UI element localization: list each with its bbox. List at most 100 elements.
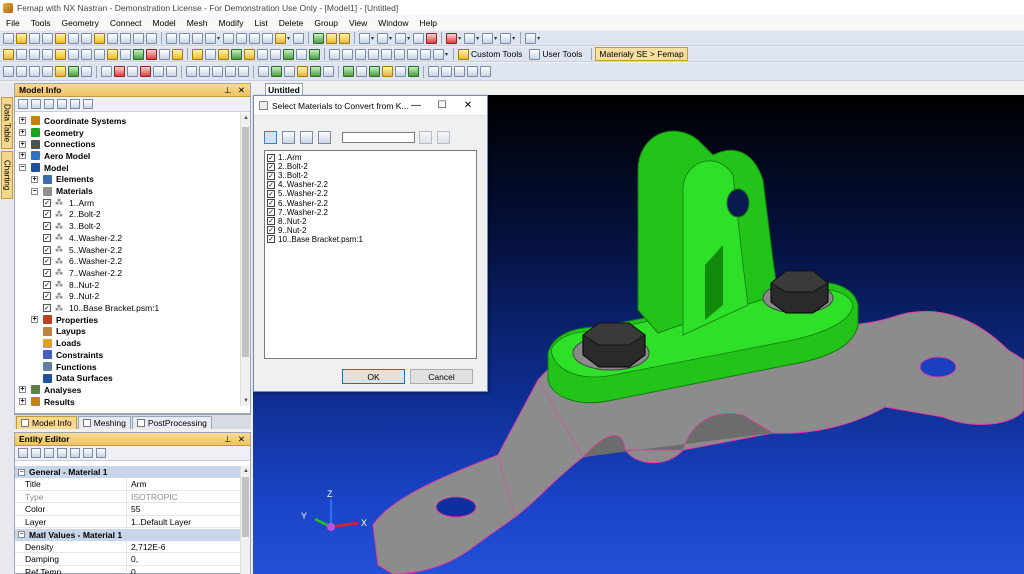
- target-icon[interactable]: [127, 66, 138, 77]
- ee-property-row[interactable]: Density 2,712E-6: [15, 540, 240, 553]
- measure-icon[interactable]: [368, 48, 379, 60]
- edge-icon[interactable]: [284, 66, 295, 77]
- menu-tools[interactable]: Tools: [31, 18, 51, 28]
- material-item[interactable]: ✓ ⁂ 9..Nut-2: [43, 291, 99, 303]
- coord-icon[interactable]: [257, 48, 268, 60]
- tree-options-icon[interactable]: [18, 99, 28, 109]
- node-icon[interactable]: [270, 48, 281, 60]
- break-icon[interactable]: [238, 66, 249, 77]
- project-icon[interactable]: [212, 66, 223, 77]
- import-icon[interactable]: [55, 32, 66, 44]
- material-item[interactable]: ✓ ⁂ 7..Washer-2.2: [43, 267, 122, 279]
- menu-file[interactable]: File: [6, 18, 20, 28]
- check-icon[interactable]: [81, 66, 92, 77]
- tree-node[interactable]: + Elements: [31, 174, 94, 186]
- window-icon[interactable]: [395, 32, 407, 44]
- box-icon[interactable]: [500, 32, 512, 44]
- load-icon[interactable]: [296, 48, 307, 60]
- material-checkbox[interactable]: ✓: [43, 222, 51, 231]
- view-tab-untitled[interactable]: Untitled: [265, 83, 303, 95]
- fillet-icon[interactable]: [323, 66, 334, 77]
- dialog-material-checkbox[interactable]: ✓: [267, 208, 275, 217]
- material-item[interactable]: ✓ ⁂ 2..Bolt-2: [43, 209, 101, 221]
- notes-icon[interactable]: [107, 48, 118, 60]
- angle-icon[interactable]: [381, 48, 392, 60]
- expand-toggle-icon[interactable]: +: [19, 117, 26, 125]
- ruler-icon[interactable]: [433, 48, 444, 60]
- select-none-icon[interactable]: [282, 130, 295, 144]
- material-item[interactable]: ✓ ⁂ 4..Washer-2.2: [43, 232, 122, 244]
- expand-toggle-icon[interactable]: +: [31, 316, 38, 324]
- delete-icon[interactable]: [146, 48, 157, 60]
- filter-apply-icon[interactable]: [419, 130, 432, 144]
- table-grid-icon[interactable]: [428, 66, 439, 77]
- close-icon[interactable]: ✕: [455, 99, 481, 113]
- dialog-material-checkbox[interactable]: ✓: [267, 162, 275, 171]
- stop-icon[interactable]: [426, 32, 438, 44]
- picture-icon[interactable]: [133, 32, 144, 44]
- material-item[interactable]: ✓ ⁂ 5..Washer-2.2: [43, 244, 122, 256]
- tree-node[interactable]: + Properties: [31, 314, 98, 326]
- delta-icon[interactable]: [101, 66, 112, 77]
- ee-property-value[interactable]: Arm: [127, 479, 147, 489]
- dialog-material-item[interactable]: ✓ 2..Bolt-2: [267, 162, 308, 171]
- remesh-icon[interactable]: [297, 66, 308, 77]
- ee-sort-icon[interactable]: [70, 448, 80, 458]
- material-item[interactable]: ✓ ⁂ 1..Arm: [43, 197, 94, 209]
- messages-icon[interactable]: [146, 32, 157, 44]
- ee-lock-icon[interactable]: [18, 448, 28, 458]
- expand-toggle-icon[interactable]: +: [31, 175, 38, 183]
- flag-icon[interactable]: [68, 66, 79, 77]
- material-checkbox[interactable]: ✓: [43, 233, 51, 242]
- ee-property-row[interactable]: Color 55: [15, 503, 240, 516]
- solid-view-icon[interactable]: [313, 32, 325, 44]
- autoscale-icon[interactable]: [249, 32, 261, 44]
- list-icon[interactable]: [29, 48, 40, 60]
- material-checkbox[interactable]: ✓: [43, 268, 51, 277]
- material-checkbox[interactable]: ✓: [43, 198, 51, 207]
- split-icon[interactable]: [382, 66, 393, 77]
- zoom-icon[interactable]: [262, 32, 274, 44]
- select-all-icon[interactable]: [264, 130, 277, 144]
- ee-property-value[interactable]: ISOTROPIC: [127, 492, 178, 502]
- dialog-material-checkbox[interactable]: ✓: [267, 235, 275, 244]
- menu-model[interactable]: Model: [153, 18, 176, 28]
- ee-property-value[interactable]: 2,712E-6: [127, 542, 166, 552]
- menu-geometry[interactable]: Geometry: [62, 18, 99, 28]
- menu-window[interactable]: Window: [378, 18, 408, 28]
- dialog-material-item[interactable]: ✓ 8..Nut-2: [267, 217, 306, 226]
- cancel-button[interactable]: Cancel: [410, 369, 473, 384]
- tree-node[interactable]: Loads: [31, 337, 81, 349]
- box-select-icon[interactable]: [192, 32, 203, 44]
- material-item[interactable]: ✓ ⁂ 8..Nut-2: [43, 279, 99, 291]
- maximize-icon[interactable]: ☐: [429, 99, 455, 113]
- tree-node[interactable]: − Materials: [31, 185, 93, 197]
- expand-toggle-icon[interactable]: +: [19, 386, 26, 394]
- data-table-tab[interactable]: Data Table: [1, 97, 13, 149]
- ee-property-value[interactable]: 0,: [127, 554, 138, 564]
- dialog-material-checkbox[interactable]: ✓: [267, 189, 275, 198]
- ee-section-header[interactable]: − General - Material 1: [15, 466, 240, 478]
- dialog-material-item[interactable]: ✓ 4..Washer-2.2: [267, 180, 328, 189]
- ee-scroll-up-icon[interactable]: ▲: [241, 466, 251, 476]
- select-icon[interactable]: [179, 32, 190, 44]
- material-checkbox[interactable]: ✓: [43, 257, 51, 266]
- material-checkbox[interactable]: ✓: [43, 280, 51, 289]
- ee-property-row[interactable]: Damping 0,: [15, 553, 240, 566]
- tab-meshing[interactable]: Meshing: [77, 416, 131, 429]
- ee-property-row[interactable]: Title Arm: [15, 478, 240, 491]
- dialog-material-checkbox[interactable]: ✓: [267, 199, 275, 208]
- tree-node[interactable]: + Analyses: [19, 384, 81, 396]
- ee-delete-icon[interactable]: [44, 448, 54, 458]
- dialog-filter-input[interactable]: [342, 132, 415, 143]
- material-item[interactable]: ✓ ⁂ 6..Washer-2.2: [43, 255, 122, 267]
- pan-icon[interactable]: [223, 32, 235, 44]
- mesh-icon[interactable]: [172, 48, 183, 60]
- panel-pin-close[interactable]: ⊥ ✕: [224, 85, 247, 96]
- dialog-material-checkbox[interactable]: ✓: [267, 180, 275, 189]
- scroll-up-icon[interactable]: ▲: [241, 113, 251, 123]
- offset-icon[interactable]: [199, 66, 210, 77]
- arrow-icon[interactable]: [153, 66, 164, 77]
- distance-icon[interactable]: [355, 48, 366, 60]
- dialog-material-item[interactable]: ✓ 5..Washer-2.2: [267, 189, 328, 198]
